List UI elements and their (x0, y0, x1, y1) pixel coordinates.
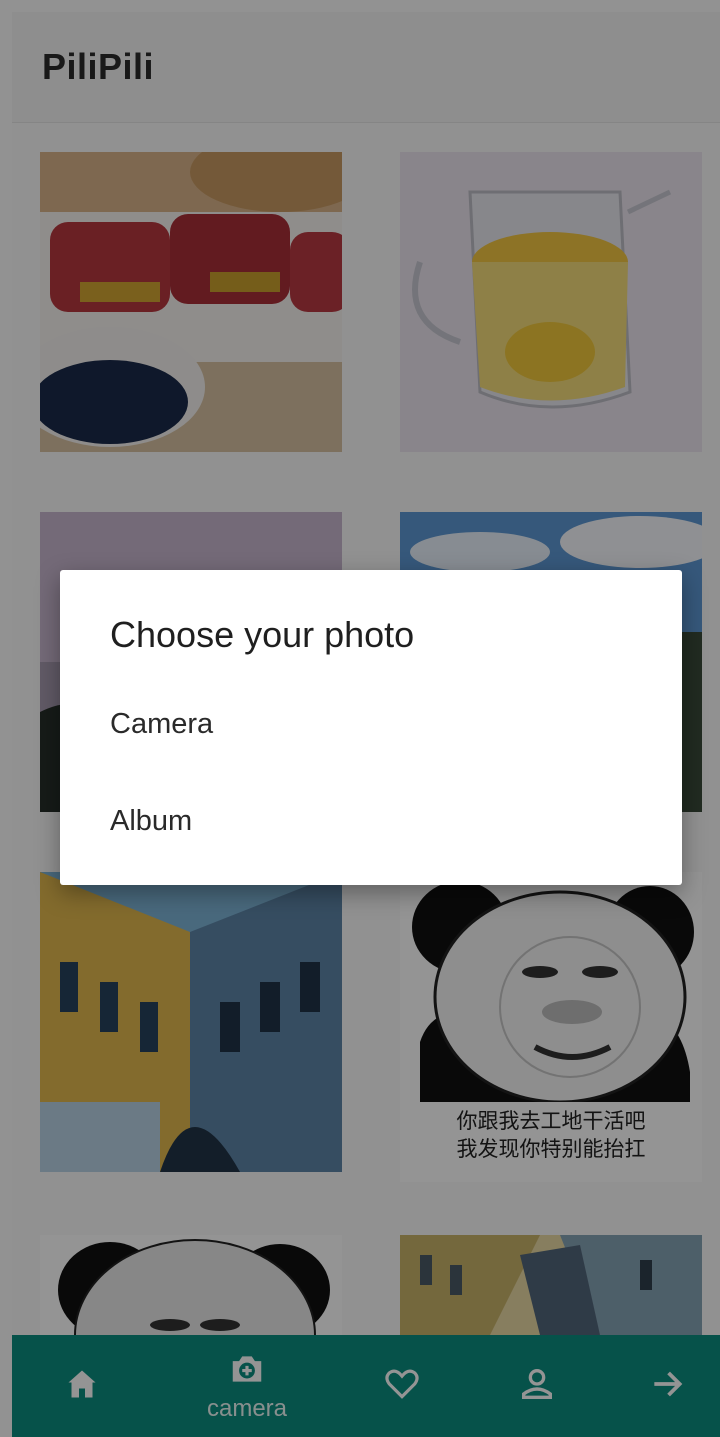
dialog-title: Choose your photo (110, 614, 415, 655)
camera-option-label: Camera (110, 708, 214, 740)
choose-photo-dialog: Choose your photo Camera Album (60, 570, 682, 885)
album-option-label: Album (110, 805, 193, 837)
camera-option[interactable]: Camera (60, 680, 682, 770)
album-option[interactable]: Album (60, 777, 682, 867)
